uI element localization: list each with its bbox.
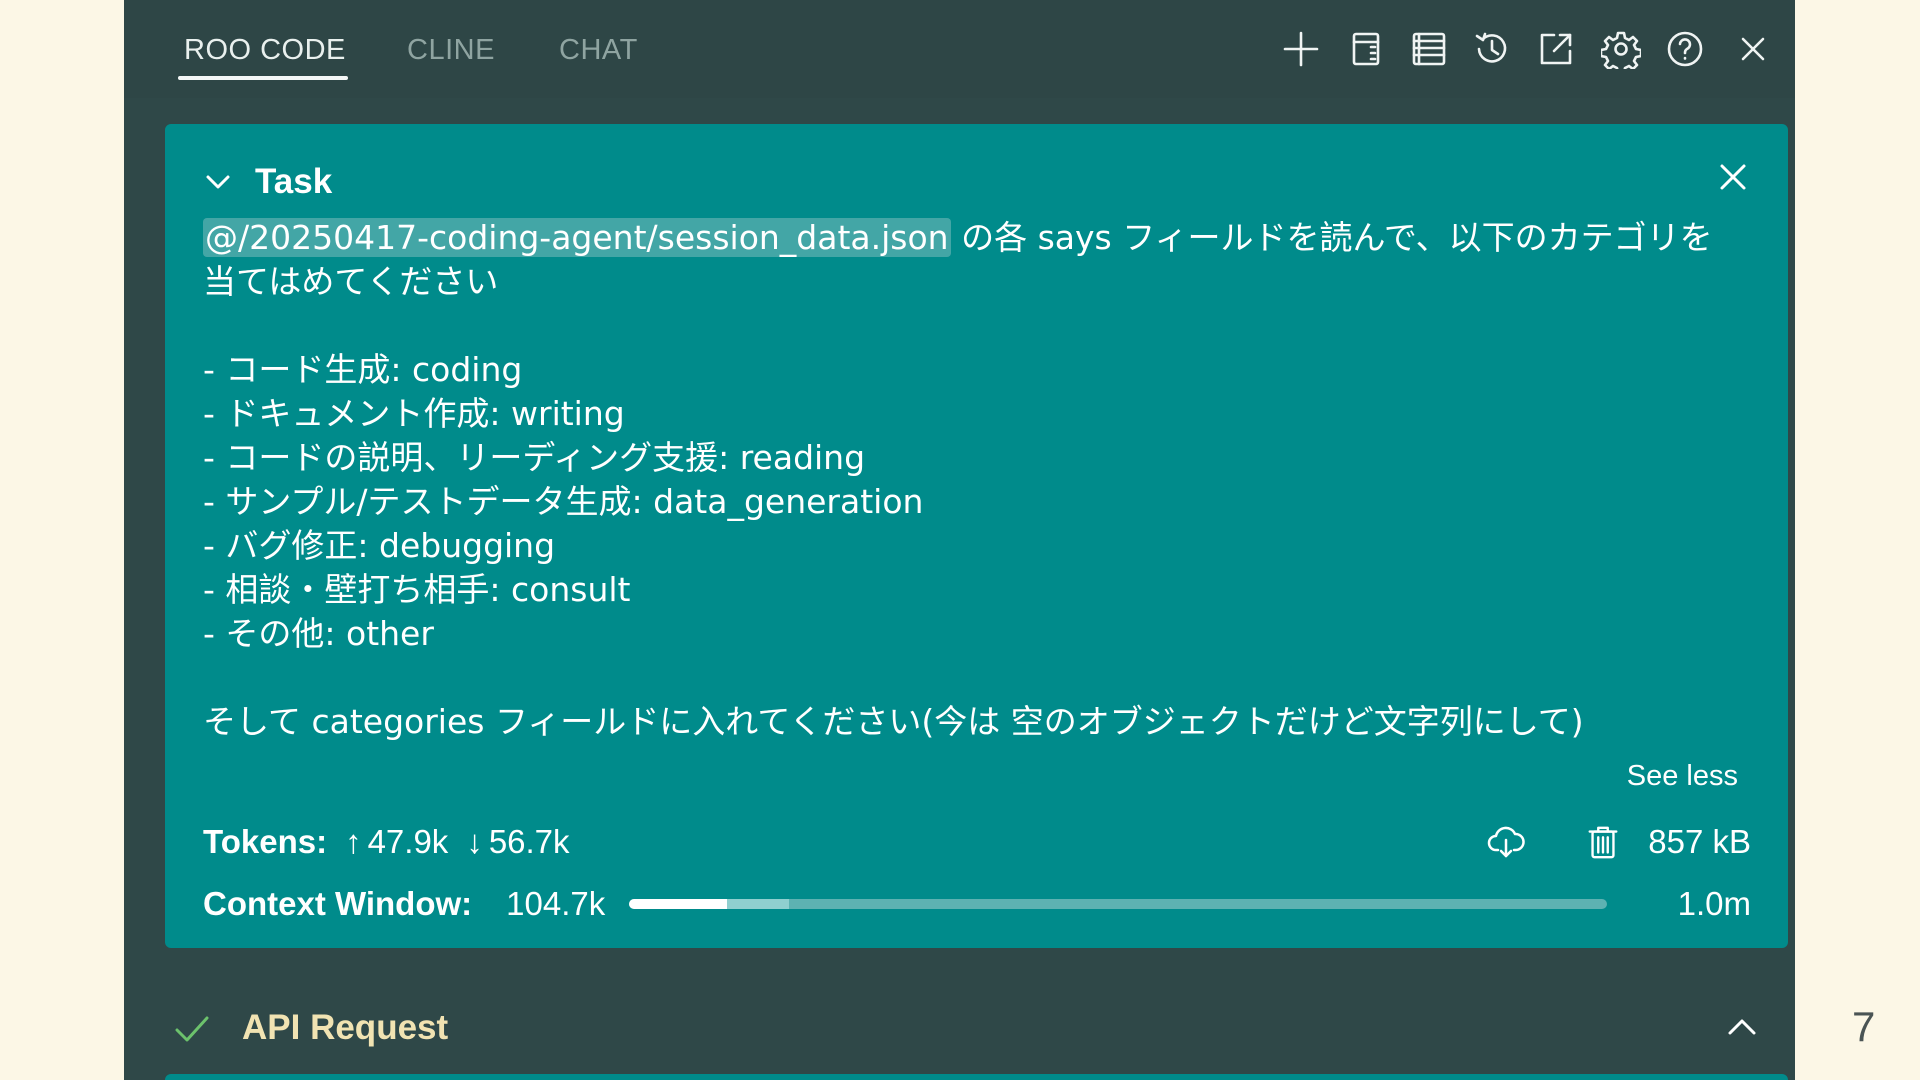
category-item: - サンプル/テストデータ生成: data_generation	[203, 482, 924, 521]
context-reserved-fill	[727, 899, 789, 909]
cloud-download-icon[interactable]	[1486, 822, 1526, 862]
category-item: - コードの説明、リーディング支援: reading	[203, 438, 866, 477]
context-window-max: 1.0m	[1677, 885, 1751, 922]
api-request-row[interactable]: API Request	[124, 1000, 1795, 1056]
tokens-row: Tokens: ↑ 47.9k ↓ 56.7k 857 kB	[203, 818, 1751, 866]
active-tab-indicator	[178, 76, 348, 80]
trash-icon[interactable]	[1584, 823, 1622, 861]
category-item: - その他: other	[203, 614, 434, 653]
prompts-icon[interactable]	[1408, 28, 1450, 70]
history-icon[interactable]	[1471, 28, 1513, 70]
tokens-label: Tokens:	[203, 823, 328, 860]
chevron-down-icon	[206, 175, 230, 189]
check-icon	[172, 1008, 212, 1052]
context-used-fill	[629, 899, 728, 909]
page-number: 7	[1852, 1003, 1876, 1050]
task-title: Task	[255, 162, 333, 201]
gear-icon[interactable]	[1600, 28, 1642, 70]
tab-chat[interactable]: CHAT	[559, 34, 638, 67]
tokens-down-value: 56.7k	[488, 823, 570, 860]
arrow-down-icon: ↓	[466, 823, 483, 860]
mcp-server-icon[interactable]	[1345, 28, 1387, 70]
context-progress-bar	[629, 899, 1608, 909]
task-text-line2: 当てはめてください	[203, 262, 499, 301]
category-item: - ドキュメント作成: writing	[203, 394, 625, 433]
category-item: - 相談・壁打ち相手: consult	[203, 570, 631, 609]
task-card: Task @/20250417-coding-agent/session_dat…	[165, 124, 1788, 948]
category-item: - バグ修正: debugging	[203, 526, 556, 565]
roo-code-panel: ROO CODE CLINE CHAT Task @/20250417-codi…	[124, 0, 1795, 1080]
tab-roo-code[interactable]: ROO CODE	[184, 34, 346, 67]
help-icon[interactable]	[1664, 28, 1706, 70]
context-window-label: Context Window:	[203, 885, 473, 922]
panel-header: ROO CODE CLINE CHAT	[124, 0, 1795, 98]
chevron-up-icon[interactable]	[1725, 1010, 1759, 1048]
task-close-icon[interactable]	[1716, 160, 1750, 194]
close-icon[interactable]	[1732, 28, 1774, 70]
arrow-up-icon: ↑	[345, 823, 362, 860]
next-card-edge	[165, 1074, 1788, 1080]
plus-icon[interactable]	[1280, 28, 1322, 70]
task-size: 857 kB	[1648, 823, 1751, 860]
task-closing-line: そして categories フィールドに入れてください(今は 空のオブジェクト…	[203, 702, 1584, 741]
tokens-up-value: 47.9k	[367, 823, 449, 860]
api-request-title: API Request	[242, 1008, 449, 1047]
see-less-link[interactable]: See less	[1627, 760, 1738, 793]
context-window-row: Context Window: 104.7k 1.0m	[203, 880, 1751, 928]
file-mention[interactable]: @/20250417-coding-agent/session_data.jso…	[203, 218, 951, 257]
popout-icon[interactable]	[1535, 28, 1577, 70]
task-text: @/20250417-coding-agent/session_data.jso…	[203, 216, 1763, 744]
tab-cline[interactable]: CLINE	[407, 34, 495, 67]
task-text-line1: の各 says フィールドを読んで、以下のカテゴリを	[950, 218, 1713, 257]
category-item: - コード生成: coding	[203, 350, 523, 389]
context-window-value: 104.7k	[506, 885, 606, 922]
task-header[interactable]: Task	[203, 160, 332, 204]
